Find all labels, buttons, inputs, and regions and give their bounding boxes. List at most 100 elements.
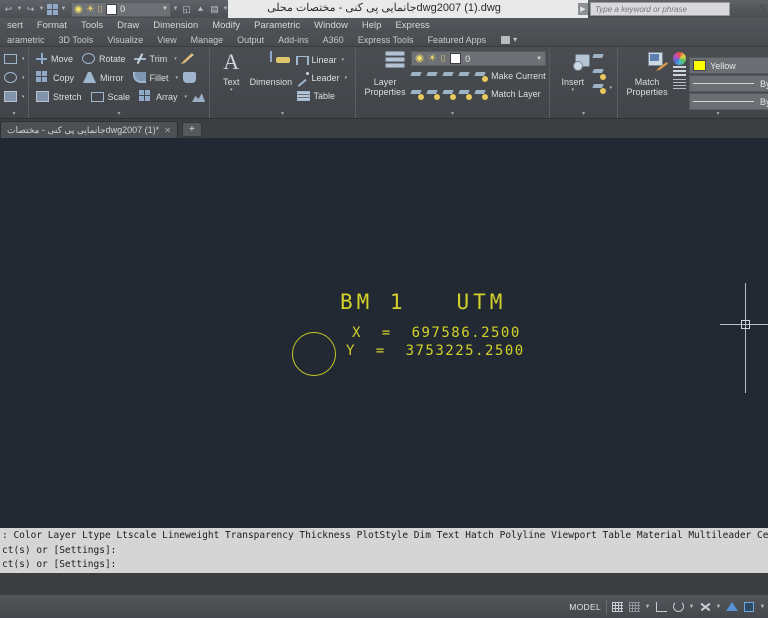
rectangle-dropdown-caret[interactable]: ▾ — [20, 56, 27, 62]
leader-button[interactable]: Leader ▾ — [293, 69, 353, 87]
erase-icon[interactable] — [183, 72, 197, 83]
search-input[interactable]: Type a keyword or phrase — [590, 2, 730, 16]
hatch-icon[interactable] — [4, 91, 17, 102]
object-snap-tracking-icon[interactable] — [725, 600, 739, 614]
layer-off-icon[interactable] — [442, 70, 456, 82]
ucs-icon[interactable] — [742, 600, 756, 614]
menu-item-express[interactable]: Express — [388, 18, 436, 33]
snap-mode-icon[interactable] — [627, 600, 641, 614]
text-button[interactable]: A Text ▾ — [213, 49, 249, 94]
array-button[interactable]: Array — [135, 88, 181, 106]
fillet-button[interactable]: Fillet — [129, 69, 172, 87]
rotate-button[interactable]: Rotate — [78, 50, 129, 68]
drawing-canvas[interactable]: BM 1 UTM X = 697586.2500 Y = 3753225.250… — [0, 138, 768, 528]
layer-properties-button[interactable]: Layer Properties — [359, 49, 411, 118]
layer-current-dropdown[interactable]: ◉ ☀ ⌷ 0 ▼ — [411, 51, 547, 66]
annotation-panel-expand-arrow[interactable]: ▾ — [210, 110, 355, 118]
layer-color-swatch[interactable] — [106, 3, 118, 15]
define-attributes-icon[interactable] — [591, 82, 606, 94]
leader-dropdown-caret[interactable]: ▾ — [343, 75, 350, 81]
signin-label[interactable]: S — [759, 3, 766, 15]
mirror-button[interactable]: Mirror — [79, 69, 127, 87]
tab-featured-apps[interactable]: Featured Apps — [421, 33, 494, 47]
layer-turn-on-icon[interactable] — [442, 88, 457, 100]
table-button[interactable]: Table — [293, 87, 353, 105]
tab-output[interactable]: Output — [230, 33, 271, 47]
draw-panel-expand-arrow[interactable]: ▾ — [0, 110, 28, 118]
tab-manage[interactable]: Manage — [184, 33, 231, 47]
block-panel-expand-arrow[interactable]: ▾ — [550, 110, 617, 118]
menu-item-dimension[interactable]: Dimension — [146, 18, 205, 33]
qat-more-caret[interactable]: ▼ — [172, 6, 179, 12]
tab-view[interactable]: View — [150, 33, 183, 47]
color-wheel-icon[interactable] — [673, 52, 687, 65]
search-expand-arrow[interactable]: ▶ — [578, 3, 588, 15]
layer-quick-control[interactable]: ◉ ☀ ⌷ 0 ▼ — [71, 1, 171, 17]
trim-button[interactable]: Trim — [131, 50, 171, 68]
undo-icon[interactable]: ↩ — [2, 2, 15, 16]
layer-on-icon[interactable]: ◉ — [415, 53, 424, 64]
fillet-dropdown-caret[interactable]: ▾ — [174, 75, 181, 81]
search-binoculars-icon[interactable]: ⌕ — [738, 2, 744, 15]
block-dropdown-caret[interactable]: ▾ — [608, 85, 615, 91]
modify-panel-expand-arrow[interactable]: ▾ — [29, 110, 209, 118]
ribbon-dropdown-caret[interactable]: ▾ — [513, 35, 517, 44]
scale-button[interactable]: Scale — [87, 88, 134, 106]
layer-list-caret[interactable]: ▼ — [536, 56, 542, 62]
model-space-toggle[interactable]: MODEL — [564, 599, 607, 614]
move-button[interactable]: Move — [32, 50, 76, 68]
menu-item-window[interactable]: Window — [307, 18, 355, 33]
menu-item-parametric[interactable]: Parametric — [247, 18, 307, 33]
menu-item-draw[interactable]: Draw — [110, 18, 146, 33]
menu-item-format[interactable]: Format — [30, 18, 74, 33]
layer-lock-icon[interactable]: ⌷ — [441, 53, 446, 64]
ribbon-display-icon[interactable] — [501, 35, 511, 44]
linetype-icon[interactable] — [673, 79, 687, 91]
redo-dropdown-caret[interactable]: ▼ — [38, 6, 45, 12]
match-properties-button[interactable]: Match Properties — [621, 49, 673, 118]
layer-freeze-obj-icon[interactable] — [426, 70, 440, 82]
layer-unlock-icon[interactable] — [458, 88, 473, 100]
grid-display-icon[interactable] — [610, 600, 624, 614]
circle-dropdown-caret[interactable]: ▾ — [20, 75, 27, 81]
polar-tracking-icon[interactable] — [671, 600, 685, 614]
dimension-button[interactable]: Dimension — [249, 49, 292, 87]
redo-icon[interactable]: ↪ — [24, 2, 37, 16]
menu-item-help[interactable]: Help — [355, 18, 389, 33]
layers-panel-expand-arrow[interactable]: ▾ — [356, 110, 549, 118]
undo-dropdown-caret[interactable]: ▼ — [16, 6, 23, 12]
make-current-label[interactable]: Make Current — [491, 71, 546, 81]
osnap-dropdown-caret[interactable]: ▼ — [715, 604, 722, 610]
rectangle-icon[interactable] — [4, 53, 17, 64]
text-dropdown-caret[interactable]: ▾ — [230, 87, 233, 93]
tab-visualize[interactable]: Visualize — [100, 33, 150, 47]
copy-button[interactable]: Copy — [32, 69, 77, 87]
tab-express-tools[interactable]: Express Tools — [351, 33, 421, 47]
ribbon-minimize-control[interactable]: ▾ — [501, 35, 517, 44]
layer-unisolate-icon[interactable] — [410, 88, 425, 100]
close-icon[interactable]: ✕ — [164, 126, 171, 135]
layer-color-swatch[interactable] — [450, 53, 462, 64]
edit-polyline-icon[interactable] — [180, 53, 194, 65]
layer-isolate-icon[interactable] — [410, 70, 424, 82]
tab-3d-tools[interactable]: 3D Tools — [52, 33, 101, 47]
menu-item-tools[interactable]: Tools — [74, 18, 110, 33]
stretch-button[interactable]: Stretch — [32, 88, 85, 106]
match-layer-icon[interactable] — [474, 88, 489, 100]
insert-dropdown-caret[interactable]: ▾ — [572, 87, 575, 93]
linear-dropdown-caret[interactable]: ▾ — [340, 57, 347, 63]
statusbar-overflow-caret[interactable]: ▼ — [759, 604, 766, 610]
layer-lock-icon[interactable]: ⌷ — [98, 4, 103, 15]
object-color-dropdown[interactable]: Yellow — [689, 57, 768, 74]
lineweight-icon[interactable] — [673, 66, 687, 78]
trim-dropdown-caret[interactable]: ▾ — [172, 56, 179, 62]
hatch-dropdown-caret[interactable]: ▾ — [20, 94, 27, 100]
layer-freeze-icon[interactable]: ☀ — [428, 53, 437, 64]
document-tab[interactable]: جانمایی پی کنی - مختصاتdwg2007 (1)* ✕ — [0, 121, 178, 138]
object-snap-icon[interactable] — [698, 600, 712, 614]
match-layer-label[interactable]: Match Layer — [491, 89, 541, 99]
quick-access-menu-icon[interactable] — [46, 2, 59, 16]
circle-icon[interactable] — [4, 72, 17, 83]
save-icon[interactable]: ▤ — [208, 2, 221, 16]
lineweight-dropdown[interactable]: ByLayer — [689, 75, 768, 92]
